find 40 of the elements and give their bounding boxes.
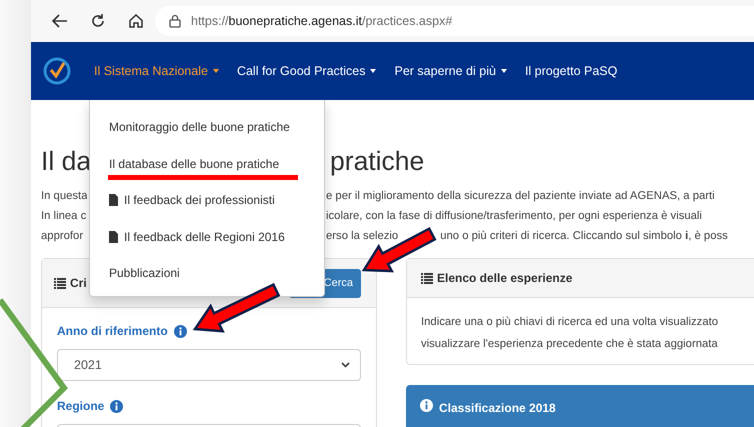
home-icon[interactable] xyxy=(128,13,144,29)
field-label: Regione xyxy=(57,398,104,415)
paragraph-text: Indicare una o più chiavi di ricerca ed una volta visualizzato xyxy=(421,315,720,330)
page-heading: pratiche xyxy=(330,146,424,178)
nav-item[interactable]: Il progetto PaSQ xyxy=(516,62,626,80)
back-icon[interactable] xyxy=(52,14,68,28)
file-icon xyxy=(109,230,118,243)
menu-item[interactable]: Il database delle buone pratiche xyxy=(90,146,324,182)
nav-item[interactable]: Call for Good Practices xyxy=(228,62,386,80)
paragraph-text: In linea c xyxy=(41,208,86,224)
logo-icon[interactable] xyxy=(43,57,71,85)
info-icon xyxy=(420,399,433,412)
field-label: Anno di riferimento xyxy=(57,323,168,340)
nav-item[interactable]: Il Sistema Nazionale xyxy=(85,62,228,80)
list-icon xyxy=(421,272,433,284)
lock-icon xyxy=(169,14,181,28)
paragraph-text: uno o più criteri di ricerca. Cliccando sul simbolo i, è poss xyxy=(440,228,728,244)
paragraph-text: visualizzare l'esperienza precedente che è stata aggiornata xyxy=(421,337,719,352)
menu-item[interactable]: Monitoraggio delle buone pratiche xyxy=(90,109,324,146)
reload-icon[interactable] xyxy=(90,13,106,29)
menu-item[interactable]: Il feedback dei professionisti xyxy=(90,182,324,218)
paragraph-text: e per il miglioramento della sicurezza del paziente inviate ad AGENAS, a parti xyxy=(326,188,715,204)
card-title: Cri xyxy=(70,275,87,292)
card-title: Classificazione 2018 xyxy=(439,400,556,417)
card-title: Elenco delle esperienze xyxy=(437,270,572,287)
menu-item[interactable]: Il feedback delle Regioni 2016 xyxy=(90,218,324,255)
chevron-down-icon xyxy=(341,362,350,368)
address-bar[interactable]: https://buonepratiche.agenas.it/practices.aspx# xyxy=(155,6,754,36)
nav-item[interactable]: Per saperne di più xyxy=(385,62,516,80)
url-text: https://buonepratiche.agenas.it/practices.aspx# xyxy=(191,12,452,30)
paragraph-text: In questa xyxy=(41,188,88,204)
paragraph-text: approfor xyxy=(41,228,84,244)
list-icon xyxy=(54,278,66,288)
year-select[interactable]: 2021 xyxy=(57,349,361,381)
page-heading: Il da xyxy=(41,146,92,178)
file-icon xyxy=(109,194,118,206)
info-icon[interactable] xyxy=(110,400,124,412)
paragraph-text: erso la selezio xyxy=(326,228,398,244)
info-icon[interactable] xyxy=(174,324,187,338)
paragraph-text: icolare, con la fase di diffusione/trasferimento, per ogni esperienza è visuali xyxy=(326,208,702,224)
